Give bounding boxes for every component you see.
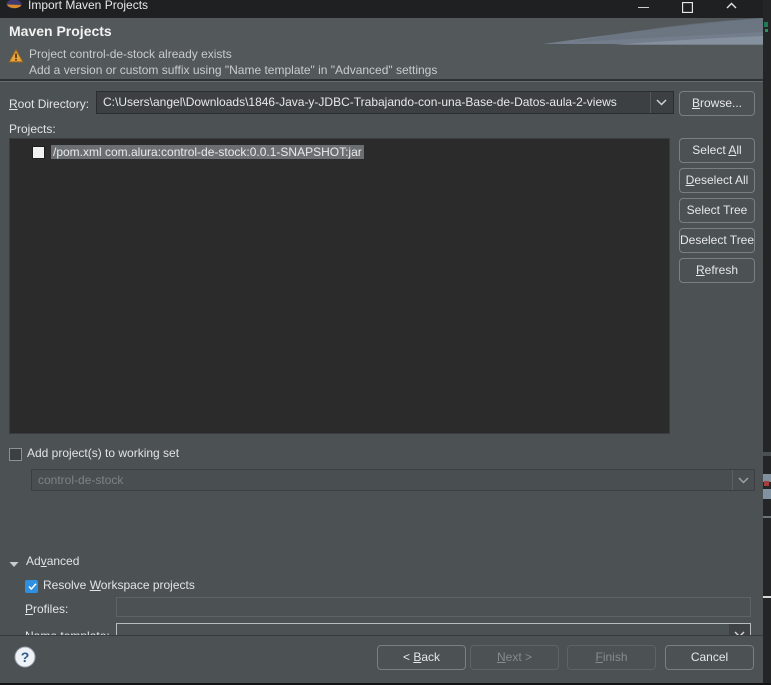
close-button[interactable] xyxy=(709,0,753,18)
root-directory-label: Root Directory: xyxy=(9,97,90,111)
resolve-workspace-label: Resolve Workspace projects xyxy=(43,578,195,592)
cancel-button[interactable]: Cancel xyxy=(665,645,754,670)
working-set-value: control-de-stock xyxy=(38,473,124,487)
root-directory-combo[interactable]: C:\Users\angel\Downloads\1846-Java-y-JDB… xyxy=(96,91,674,114)
help-icon[interactable]: ? xyxy=(14,646,36,668)
warning-icon xyxy=(8,48,24,64)
eclipse-icon xyxy=(6,0,22,14)
working-set-checkbox[interactable] xyxy=(9,448,22,461)
finish-button: Finish xyxy=(567,645,656,670)
minimize-button[interactable] xyxy=(621,0,665,18)
projects-label: Projects: xyxy=(9,122,56,136)
bg-fleck xyxy=(764,481,769,486)
projects-list[interactable]: /pom.xml com.alura:control-de-stock:0.0.… xyxy=(9,138,670,434)
dialog-header: Maven Projects Project control-de-stock … xyxy=(0,18,763,81)
import-maven-projects-dialog: Import Maven Projects Maven Projects Pro… xyxy=(0,0,763,685)
bg-fleck xyxy=(763,596,771,598)
svg-text:?: ? xyxy=(21,649,30,665)
working-set-combo: control-de-stock xyxy=(31,469,755,491)
dialog-body: Root Directory: C:\Users\angel\Downloads… xyxy=(0,82,763,645)
chevron-down-icon xyxy=(732,470,754,490)
warning-message-line1: Project control-de-stock already exists xyxy=(29,47,232,61)
deselect-all-button[interactable]: Deselect All xyxy=(679,168,755,193)
background-window-strip xyxy=(763,0,771,685)
back-button[interactable]: < Back xyxy=(377,645,466,670)
bg-fleck xyxy=(764,22,768,27)
bg-fleck xyxy=(765,29,768,32)
select-tree-button[interactable]: Select Tree xyxy=(679,198,755,223)
working-set-label: Add project(s) to working set xyxy=(27,446,180,460)
list-item[interactable]: /pom.xml com.alura:control-de-stock:0.0.… xyxy=(10,144,669,162)
root-directory-value: C:\Users\angel\Downloads\1846-Java-y-JDB… xyxy=(103,95,617,109)
project-label: /pom.xml com.alura:control-de-stock:0.0.… xyxy=(51,145,364,159)
window-titlebar: Import Maven Projects xyxy=(0,0,763,18)
header-decoration xyxy=(543,18,763,45)
bg-fleck xyxy=(763,452,771,456)
dialog-footer: ? < Back Next > Finish Cancel xyxy=(0,636,763,685)
deselect-tree-button[interactable]: Deselect Tree xyxy=(679,228,755,253)
maximize-button[interactable] xyxy=(665,0,709,18)
profiles-label: Profiles: xyxy=(25,602,69,616)
profiles-input[interactable] xyxy=(116,597,751,617)
window-title: Import Maven Projects xyxy=(28,0,149,12)
warning-message-line2: Add a version or custom suffix using "Na… xyxy=(29,63,438,77)
chevron-down-icon[interactable] xyxy=(650,92,673,113)
project-checkbox[interactable] xyxy=(32,146,45,159)
triangle-down-icon[interactable] xyxy=(9,558,19,568)
advanced-label: Advanced xyxy=(26,554,80,568)
browse-button[interactable]: Browse... xyxy=(679,91,755,116)
bg-fleck xyxy=(763,516,771,518)
bg-fleck xyxy=(763,489,771,499)
next-button: Next > xyxy=(470,645,559,670)
resolve-workspace-checkbox[interactable] xyxy=(25,580,38,593)
refresh-button[interactable]: Refresh xyxy=(679,258,755,283)
select-all-button[interactable]: Select All xyxy=(679,138,755,163)
page-title: Maven Projects xyxy=(9,23,112,39)
